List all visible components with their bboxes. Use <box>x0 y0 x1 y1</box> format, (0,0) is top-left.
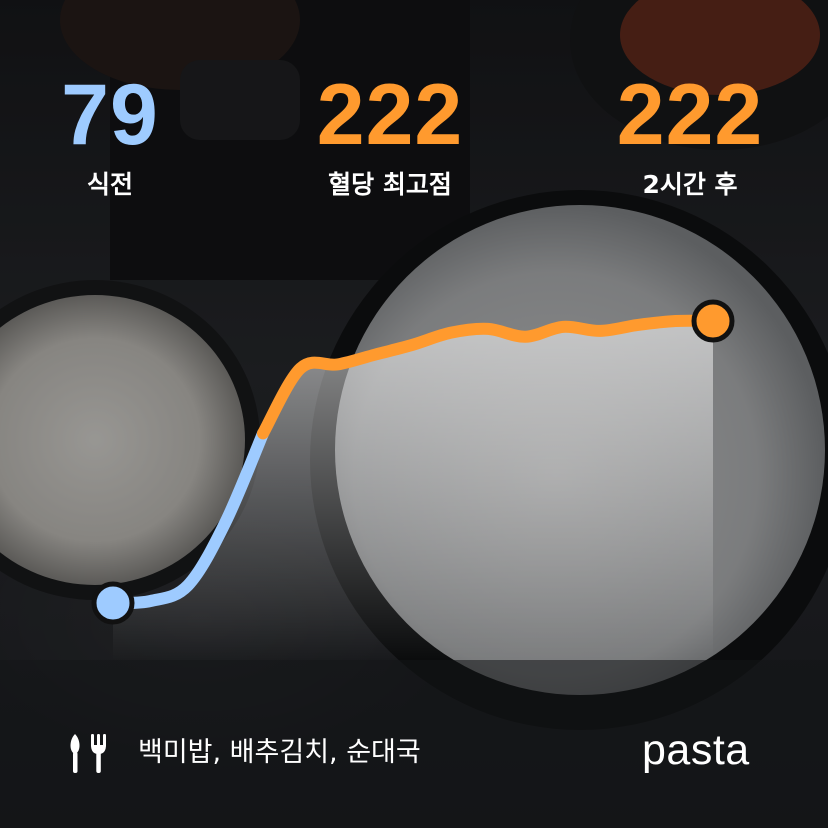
end-point <box>691 299 735 343</box>
glucose-card: 79 식전 222 혈당 최고점 222 2시간 후 백미밥, 배추김치, 순대… <box>0 0 828 828</box>
brand-logo: pasta <box>642 726 750 774</box>
glucose-area <box>113 320 713 660</box>
start-point <box>91 581 135 625</box>
glucose-line-chart <box>91 299 735 660</box>
fork-knife-icon <box>70 734 106 773</box>
food-list: 백미밥, 배추김치, 순대국 <box>138 737 421 768</box>
meal-info: 백미밥, 배추김치, 순대국 <box>68 728 421 778</box>
